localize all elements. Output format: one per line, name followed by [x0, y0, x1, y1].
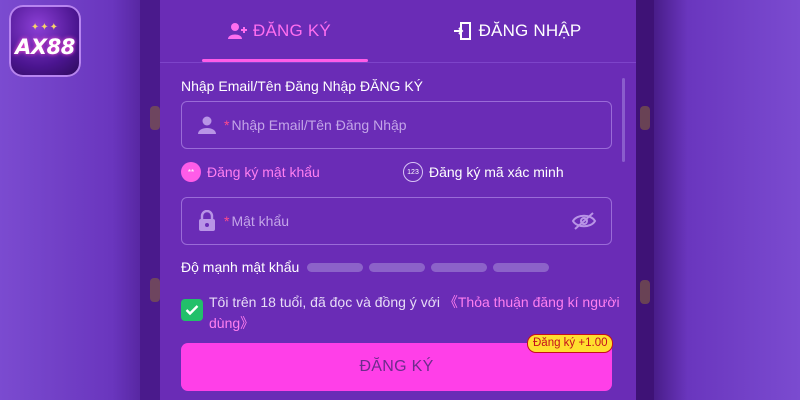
strength-segment [493, 262, 550, 272]
strength-segment [431, 262, 488, 272]
tab-register-label: ĐĂNG KÝ [253, 21, 331, 40]
right-backdrop [640, 0, 800, 400]
strength-meter [307, 262, 555, 272]
terms-text: Tôi trên 18 tuổi, đã đọc và đồng ý với 《… [209, 292, 621, 334]
mode-code-option[interactable]: 123 Đăng ký mã xác minh [403, 162, 564, 182]
logo-text: AX88 [15, 35, 75, 59]
register-panel: ĐĂNG KÝ ĐĂNG NHẬP Nhập Email/Tên Đăng Nh… [160, 0, 636, 400]
login-door-icon [453, 21, 473, 41]
password-placeholder: Mật khẩu [231, 213, 290, 229]
logo-decoration-icon: ✦✦✦ [30, 22, 60, 33]
tab-login[interactable]: ĐĂNG NHẬP [398, 0, 636, 62]
auth-tabs: ĐĂNG KÝ ĐĂNG NHẬP [160, 0, 636, 62]
username-input[interactable]: * Nhập Email/Tên Đăng Nhập [181, 101, 612, 149]
bonus-badge: Đăng ký +1.00 [528, 335, 613, 352]
mode-password-option[interactable]: ** Đăng ký mật khẩu [181, 162, 320, 182]
strength-segment [307, 262, 364, 272]
tab-login-label: ĐĂNG NHẬP [478, 21, 582, 40]
code-mode-icon: 123 [403, 162, 423, 182]
backdrop-element [150, 278, 160, 302]
username-placeholder: Nhập Email/Tên Đăng Nhập [231, 117, 407, 133]
scrollbar[interactable] [622, 78, 625, 162]
terms-statement: Tôi trên 18 tuổi, đã đọc và đồng ý với [209, 294, 444, 310]
left-edge [140, 0, 160, 400]
strength-segment [369, 262, 426, 272]
strength-label: Độ mạnh mật khẩu [181, 259, 300, 275]
password-input[interactable]: * Mật khẩu [181, 197, 612, 245]
app-logo[interactable]: ✦✦✦ AX88 [9, 5, 81, 77]
right-edge [636, 0, 654, 400]
mode-code-label: Đăng ký mã xác minh [429, 164, 564, 180]
backdrop-element [150, 106, 160, 130]
backdrop-element [640, 280, 650, 304]
backdrop-element [640, 106, 650, 130]
username-label: Nhập Email/Tên Đăng Nhập ĐĂNG KÝ [181, 78, 423, 94]
password-strength: Độ mạnh mật khẩu [181, 259, 555, 275]
mode-password-label: Đăng ký mật khẩu [207, 164, 320, 180]
required-mark: * [224, 213, 230, 229]
required-mark: * [224, 117, 230, 133]
eye-off-icon[interactable] [571, 211, 597, 236]
user-icon [194, 115, 220, 135]
tab-register[interactable]: ĐĂNG KÝ [160, 0, 398, 62]
tab-divider [160, 62, 636, 63]
lock-icon [194, 210, 220, 232]
check-icon [185, 305, 199, 316]
terms-checkbox[interactable] [181, 299, 203, 321]
add-user-icon [227, 22, 248, 40]
password-mode-icon: ** [181, 162, 201, 182]
